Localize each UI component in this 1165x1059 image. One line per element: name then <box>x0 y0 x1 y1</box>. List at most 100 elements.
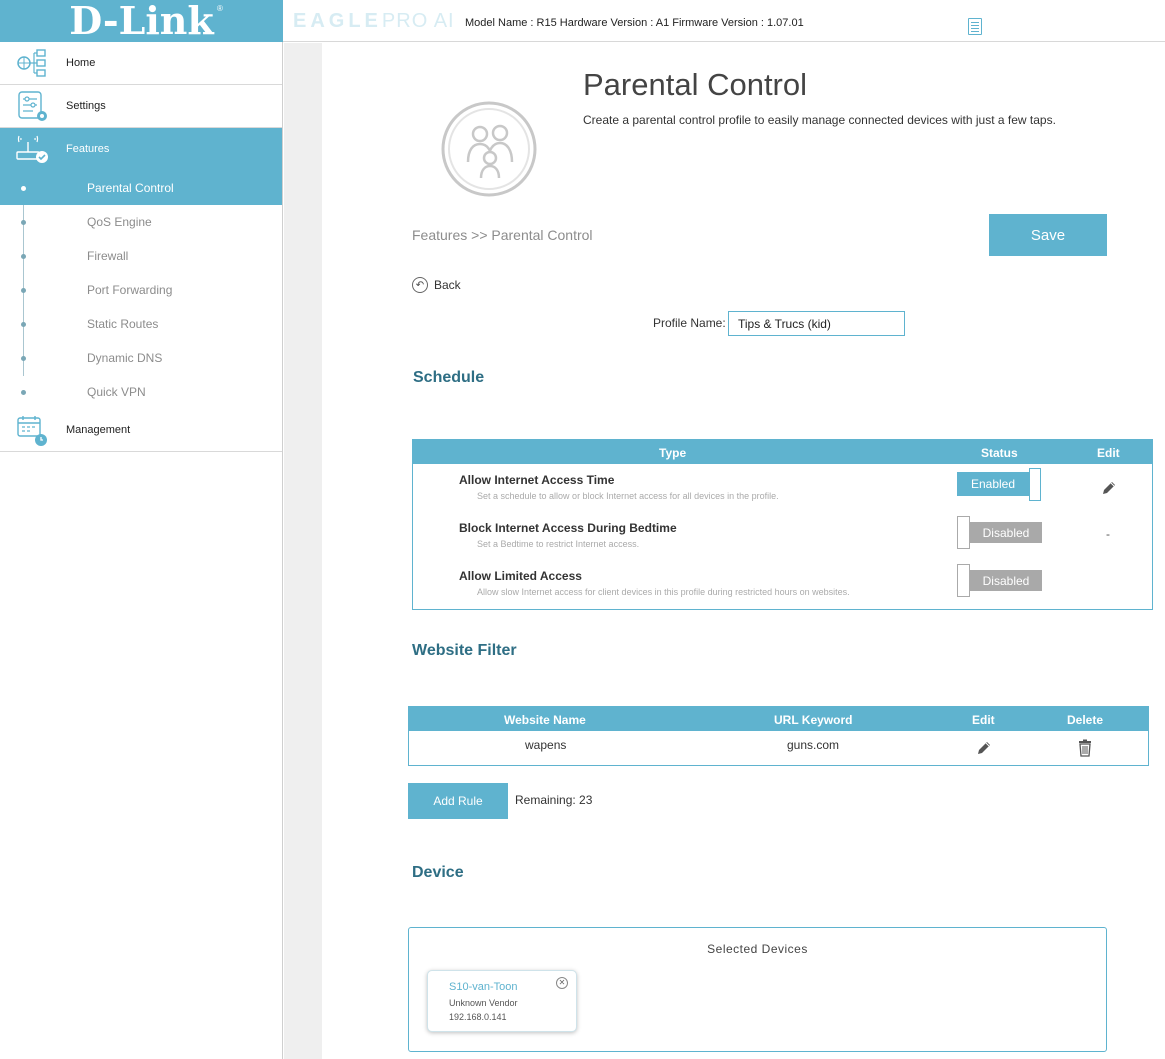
schedule-table: Type Status Edit Allow Internet Access T… <box>412 439 1153 610</box>
col-website-name: Website Name <box>504 713 586 727</box>
table-row: Allow Internet Access Time Set a schedul… <box>413 464 1152 512</box>
toggle-knob <box>1029 468 1041 501</box>
url-keyword-cell: guns.com <box>787 738 840 752</box>
table-row: Block Internet Access During Bedtime Set… <box>413 512 1152 560</box>
save-button[interactable]: Save <box>989 214 1107 256</box>
selected-devices-title: Selected Devices <box>707 942 808 956</box>
eaglepro-brand: EAGLEPRO AI <box>293 10 455 33</box>
schedule-table-header: Type Status Edit <box>413 440 1152 464</box>
brand-light: PRO AI <box>381 10 455 32</box>
header-bar: EAGLEPRO AI Model Name : R15 Hardware Ve… <box>283 0 1165 42</box>
router-icon <box>16 135 48 163</box>
sidebar-item-port-forwarding[interactable]: Port Forwarding <box>0 273 282 307</box>
submenu-dot <box>21 356 26 361</box>
submenu-dot <box>21 186 26 191</box>
submenu-dot <box>21 322 26 327</box>
pencil-edit-icon[interactable] <box>975 739 993 757</box>
bedtime-toggle[interactable]: Disabled <box>957 516 1042 549</box>
pencil-edit-icon[interactable] <box>1100 479 1118 497</box>
sidebar-label-home: Home <box>66 57 96 69</box>
page-description: Create a parental control profile to eas… <box>583 113 1056 127</box>
toggle-knob <box>957 564 970 597</box>
device-heading: Device <box>412 864 464 881</box>
toggle-label: Disabled <box>970 570 1042 591</box>
brand-bold: EAGLE <box>293 10 382 32</box>
device-card[interactable]: S10-van-Toon Unknown Vendor 192.168.0.14… <box>427 970 577 1032</box>
sub-label: Parental Control <box>87 181 174 195</box>
submenu-dot <box>21 254 26 259</box>
document-icon[interactable] <box>968 18 982 35</box>
rule-title: Block Internet Access During Bedtime <box>459 521 677 535</box>
submenu-dot <box>21 288 26 293</box>
model-info: Model Name : R15 Hardware Version : A1 F… <box>465 17 804 29</box>
sidebar-item-firewall[interactable]: Firewall <box>0 239 282 273</box>
device-vendor: Unknown Vendor <box>449 998 518 1008</box>
rule-description: Set a Bedtime to restrict Internet acces… <box>477 539 640 549</box>
device-name: S10-van-Toon <box>449 981 518 993</box>
profile-name-input[interactable] <box>728 311 905 336</box>
features-submenu: Parental Control QoS Engine Firewall Por… <box>0 171 282 409</box>
settings-sliders-icon <box>18 91 47 121</box>
rule-title: Allow Limited Access <box>459 569 582 583</box>
col-status: Status <box>981 446 1018 460</box>
toggle-knob <box>957 516 970 549</box>
col-delete: Delete <box>1067 713 1104 727</box>
access-time-toggle[interactable]: Enabled <box>957 468 1042 501</box>
remaining-count: Remaining: 23 <box>515 793 593 807</box>
submenu-dot <box>21 390 26 395</box>
website-name-cell: wapens <box>525 738 567 752</box>
sidebar-item-home[interactable]: Home <box>0 42 282 85</box>
website-table-header: Website Name URL Keyword Edit Delete <box>409 707 1148 731</box>
toggle-label: Enabled <box>957 472 1029 496</box>
sidebar-label-settings: Settings <box>66 100 106 112</box>
rule-description: Set a schedule to allow or block Interne… <box>477 491 779 501</box>
col-type: Type <box>659 446 687 460</box>
toggle-label: Disabled <box>970 522 1042 543</box>
sub-label: Dynamic DNS <box>87 351 163 365</box>
sub-label: Quick VPN <box>87 385 146 399</box>
limited-access-toggle[interactable]: Disabled <box>957 564 1042 597</box>
main-content: Parental Control Create a parental contr… <box>322 43 1165 1059</box>
device-ip: 192.168.0.141 <box>449 1012 507 1022</box>
parental-control-family-icon <box>441 101 537 197</box>
page-title: Parental Control <box>583 67 808 102</box>
back-link[interactable]: ↶ Back <box>412 277 461 293</box>
submenu-dot <box>21 220 26 225</box>
back-label: Back <box>434 278 461 292</box>
home-network-icon <box>17 49 46 77</box>
sub-label: Firewall <box>87 249 129 263</box>
edit-placeholder: - <box>1106 527 1110 541</box>
app-root: D-Link ® EAGLEPRO AI Model Name : R15 Ha… <box>0 0 1165 1059</box>
sidebar-item-features[interactable]: Features <box>0 128 282 171</box>
add-rule-button[interactable]: Add Rule <box>408 783 508 819</box>
dlink-logo[interactable]: D-Link ® <box>0 0 283 42</box>
trash-delete-icon[interactable] <box>1076 739 1094 757</box>
rule-description: Allow slow Internet access for client de… <box>477 587 850 597</box>
calendar-clock-icon <box>17 416 47 446</box>
registered-mark: ® <box>217 4 223 13</box>
rule-title: Allow Internet Access Time <box>459 473 615 487</box>
breadcrumb: Features >> Parental Control <box>412 227 593 243</box>
sub-label: Port Forwarding <box>87 283 173 297</box>
col-edit: Edit <box>972 713 995 727</box>
sub-label: QoS Engine <box>87 215 152 229</box>
logo-text: D-Link <box>69 0 214 43</box>
sidebar: Home Settings Features Parental Control … <box>0 42 283 1059</box>
table-row: wapens guns.com <box>409 731 1148 765</box>
col-edit: Edit <box>1097 446 1120 460</box>
close-icon[interactable]: ✕ <box>556 977 568 989</box>
sidebar-item-static-routes[interactable]: Static Routes <box>0 307 282 341</box>
website-filter-table: Website Name URL Keyword Edit Delete wap… <box>408 706 1149 766</box>
table-row: Allow Limited Access Allow slow Internet… <box>413 560 1152 608</box>
sidebar-item-management[interactable]: Management <box>0 409 282 452</box>
sidebar-item-dynamic-dns[interactable]: Dynamic DNS <box>0 341 282 375</box>
sidebar-label-management: Management <box>66 424 131 436</box>
sidebar-item-quick-vpn[interactable]: Quick VPN <box>0 375 282 409</box>
gutter-strip <box>284 43 322 1059</box>
sub-label: Static Routes <box>87 317 159 331</box>
sidebar-item-parental-control[interactable]: Parental Control <box>0 171 282 205</box>
col-url-keyword: URL Keyword <box>774 713 853 727</box>
schedule-heading: Schedule <box>413 369 485 386</box>
sidebar-item-qos-engine[interactable]: QoS Engine <box>0 205 282 239</box>
sidebar-item-settings[interactable]: Settings <box>0 85 282 128</box>
